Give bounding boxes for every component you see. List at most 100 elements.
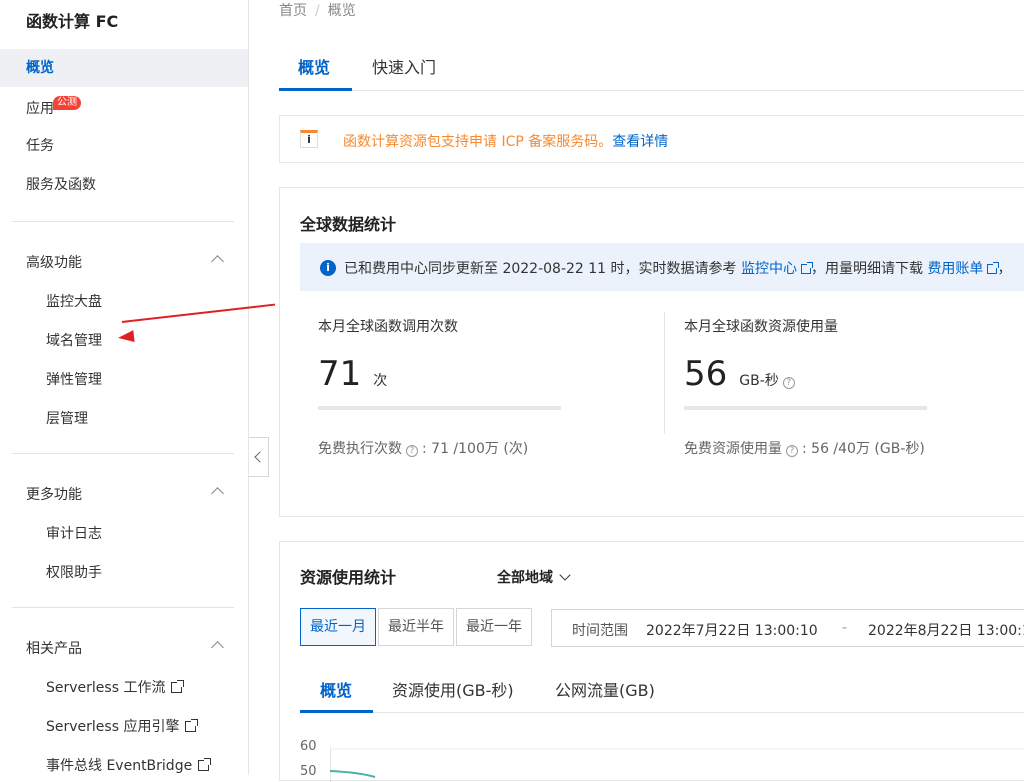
sidebar-item-label: 概览	[26, 60, 54, 76]
period-last-year[interactable]: 最近一年	[456, 608, 532, 646]
region-select[interactable]: 全部地域	[497, 567, 571, 587]
subtab-resource-usage[interactable]: 资源使用(GB-秒)	[392, 677, 514, 701]
sync-info-text: 已和费用中心同步更新至 2022-08-22 11 时，实时数据请参考 监控中心…	[344, 258, 1011, 278]
sidebar-item-label: 应用	[26, 101, 54, 117]
breadcrumb: 首页 / 概览	[279, 0, 356, 20]
stat-value: 56	[684, 354, 728, 394]
info-icon: i	[300, 130, 318, 148]
external-link-icon	[198, 758, 212, 771]
time-range-picker[interactable]: 时间范围 2022年7月22日 13:00:10 - 2022年8月22日 13…	[551, 609, 1024, 647]
main-tabs: 概览 快速入门	[279, 44, 1024, 91]
external-link-icon	[987, 262, 1000, 274]
stat-unit: 次	[373, 373, 388, 389]
card-title: 全球数据统计	[300, 215, 397, 234]
period-last-month[interactable]: 最近一月	[300, 608, 376, 646]
sidebar: 函数计算 FC 概览 应用 公测 任务 服务及函数 高级功能 监控大盘 域名管理…	[0, 0, 249, 775]
card-title: 资源使用统计	[300, 568, 397, 587]
sidebar-divider	[12, 221, 234, 222]
info-message: 已和费用中心同步更新至 2022-08-22 11 时，实时数据请参考	[344, 261, 737, 277]
info-message-end: ，	[997, 261, 1012, 277]
link-label: 监控中心	[740, 261, 797, 277]
chevron-up-icon	[211, 255, 224, 268]
monitor-center-link[interactable]: 监控中心	[740, 261, 813, 277]
brand-title: 函数计算 FC	[26, 12, 119, 31]
stat-value-row: 56 GB-秒?	[684, 354, 927, 394]
usage-bar	[684, 406, 927, 410]
subtab-public-traffic[interactable]: 公网流量(GB)	[555, 677, 655, 701]
billing-link[interactable]: 费用账单	[927, 261, 1000, 277]
stat-divider	[664, 312, 665, 434]
subtab-active-indicator	[300, 710, 373, 713]
chevron-up-icon	[211, 641, 224, 654]
notice-details-link[interactable]: 查看详情	[612, 134, 668, 150]
annotation-arrow-head	[117, 330, 135, 344]
range-label: 时间范围	[572, 623, 628, 639]
notice-message: 函数计算资源包支持申请 ICP 备案服务码。	[343, 134, 613, 150]
beta-badge: 公测	[53, 96, 81, 110]
group-title-label: 相关产品	[26, 641, 82, 657]
sidebar-item-elastic[interactable]: 弹性管理	[46, 369, 102, 389]
region-label: 全部地域	[497, 570, 553, 586]
info-message-mid: ，用量明细请下载	[810, 261, 923, 277]
info-circle-icon: i	[320, 260, 336, 276]
period-last-half-year[interactable]: 最近半年	[378, 608, 454, 646]
sidebar-item-workflow[interactable]: Serverless 工作流	[46, 677, 185, 697]
usage-chart-area	[330, 747, 1024, 782]
resource-subtabs: 概览 资源使用(GB-秒) 公网流量(GB)	[300, 665, 1024, 713]
sidebar-divider	[12, 453, 234, 454]
sidebar-item-label: 服务及函数	[26, 177, 96, 193]
sidebar-collapse-button[interactable]	[249, 437, 269, 477]
help-icon[interactable]: ?	[406, 445, 418, 457]
group-advanced[interactable]: 高级功能	[26, 252, 224, 272]
stat-value-row: 71 次	[318, 354, 561, 394]
range-separator: -	[842, 620, 848, 636]
tab-quickstart[interactable]: 快速入门	[372, 54, 436, 78]
external-link-icon	[185, 719, 199, 732]
range-end[interactable]: 2022年8月22日 13:00:10	[868, 620, 1024, 640]
usage-bar	[318, 406, 561, 410]
help-icon[interactable]: ?	[782, 377, 795, 389]
breadcrumb-home[interactable]: 首页	[279, 3, 307, 19]
breadcrumb-separator: /	[315, 3, 320, 19]
stat-label: 本月全球函数调用次数	[318, 319, 458, 335]
sidebar-item-overview[interactable]: 概览	[0, 49, 248, 87]
external-link-icon	[171, 680, 185, 693]
sidebar-item-label: Serverless 工作流	[46, 680, 166, 696]
chart-series-line	[330, 770, 376, 778]
tab-overview[interactable]: 概览	[298, 54, 330, 78]
sidebar-item-sae[interactable]: Serverless 应用引擎	[46, 716, 199, 736]
resource-usage-card: 资源使用统计 全部地域 最近一月 最近半年 最近一年 时间范围 2022年7月2…	[279, 541, 1024, 782]
sidebar-item-services[interactable]: 服务及函数	[0, 166, 248, 204]
chevron-up-icon	[211, 487, 224, 500]
stat-value: 71	[318, 354, 362, 394]
sidebar-item-label: 任务	[26, 138, 54, 154]
group-title-label: 高级功能	[26, 255, 82, 271]
free-quota-value: : 71 /100万 (次)	[422, 441, 529, 457]
sidebar-item-label: 事件总线 EventBridge	[46, 758, 193, 774]
sidebar-item-audit[interactable]: 审计日志	[46, 523, 102, 543]
sidebar-item-apps[interactable]: 应用 公测	[0, 90, 248, 128]
stat-label: 本月全球函数资源使用量	[684, 319, 838, 335]
sidebar-item-eventbridge[interactable]: 事件总线 EventBridge	[46, 755, 212, 775]
help-icon[interactable]: ?	[786, 445, 798, 457]
sidebar-item-tasks[interactable]: 任务	[0, 127, 248, 165]
sidebar-item-permission[interactable]: 权限助手	[46, 562, 102, 582]
free-quota-value: : 56 /40万 (GB-秒)	[802, 441, 925, 457]
group-more[interactable]: 更多功能	[26, 484, 224, 504]
notice-banner: i 函数计算资源包支持申请 ICP 备案服务码。查看详情	[279, 115, 1024, 163]
sidebar-item-monitor[interactable]: 监控大盘	[46, 291, 102, 311]
sidebar-item-domain[interactable]: 域名管理	[46, 330, 102, 350]
range-start[interactable]: 2022年7月22日 13:00:10	[646, 620, 818, 640]
free-quota: 免费资源使用量? : 56 /40万 (GB-秒)	[684, 438, 927, 458]
global-stats-card: 全球数据统计 i 已和费用中心同步更新至 2022-08-22 11 时，实时数…	[279, 187, 1024, 517]
breadcrumb-current: 概览	[327, 3, 356, 19]
subtab-overview[interactable]: 概览	[320, 677, 352, 701]
chevron-down-icon	[559, 569, 571, 581]
external-link-icon	[800, 262, 813, 274]
free-quota: 免费执行次数?: 71 /100万 (次)	[318, 438, 561, 458]
free-quota-label: 免费资源使用量	[684, 441, 782, 457]
group-related[interactable]: 相关产品	[26, 638, 224, 658]
resource-stat: 本月全球函数资源使用量 56 GB-秒? 免费资源使用量? : 56 /40万 (G…	[684, 316, 927, 458]
tab-active-indicator	[279, 88, 352, 91]
sidebar-item-layers[interactable]: 层管理	[46, 408, 88, 428]
